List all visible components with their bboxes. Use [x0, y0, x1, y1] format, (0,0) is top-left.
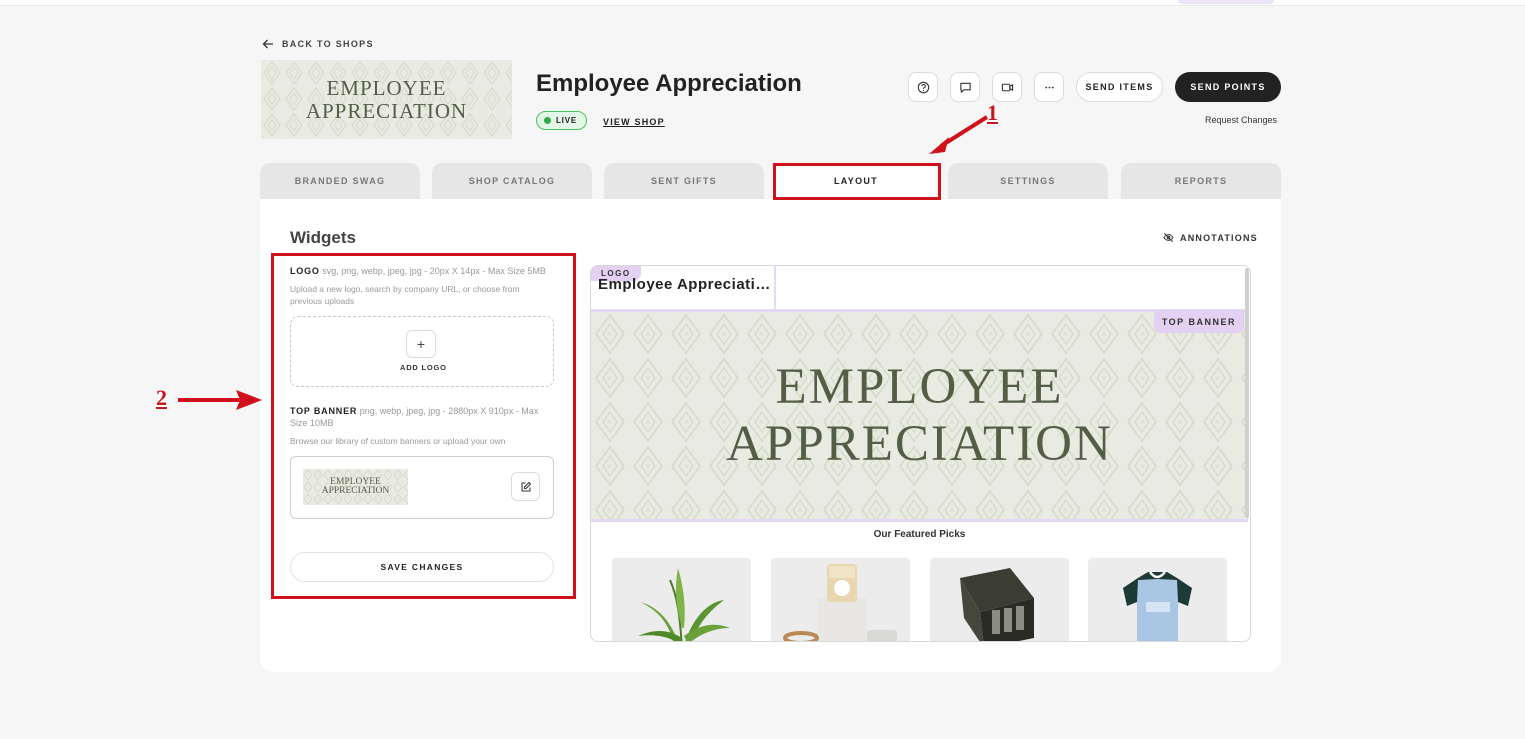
- back-to-shops-link[interactable]: BACK TO SHOPS: [262, 38, 374, 50]
- top-banner-thumbnail[interactable]: EMPLOYEE APPRECIATION: [303, 469, 408, 505]
- tab-layout[interactable]: LAYOUT: [776, 163, 936, 199]
- request-changes-link[interactable]: Request Changes: [1205, 115, 1277, 125]
- tab-settings[interactable]: SETTINGS: [948, 163, 1108, 199]
- jersey-image: [1123, 571, 1192, 641]
- live-dot: [544, 117, 551, 124]
- shop-banner-thumbnail: EMPLOYEE APPRECIATION: [261, 60, 512, 139]
- status-badge: LIVE: [536, 111, 587, 130]
- annotations-toggle[interactable]: ANNOTATIONS: [1163, 232, 1258, 243]
- back-label: BACK TO SHOPS: [282, 39, 374, 49]
- more-button[interactable]: [1034, 72, 1064, 102]
- plant-image: [638, 568, 730, 641]
- annotations-label: ANNOTATIONS: [1180, 232, 1258, 243]
- top-bar-tab: [1178, 0, 1274, 4]
- save-changes-button[interactable]: SAVE CHANGES: [290, 552, 554, 582]
- tab-reports[interactable]: REPORTS: [1121, 163, 1281, 199]
- top-bar: [0, 0, 1525, 6]
- chat-button[interactable]: [950, 72, 980, 102]
- tab-shop-catalog[interactable]: SHOP CATALOG: [432, 163, 592, 199]
- callout-1: 1: [987, 100, 998, 125]
- add-logo-button[interactable]: +: [406, 330, 436, 358]
- logo-zone-divider: [774, 266, 776, 309]
- logo-hint: Upload a new logo, search by company URL…: [290, 284, 520, 306]
- thumbnail-title: EMPLOYEE APPRECIATION: [305, 76, 468, 123]
- video-icon: [1001, 83, 1013, 91]
- plus-icon: +: [416, 336, 426, 352]
- top-banner-field-label: TOP BANNER png, webp, jpeg, jpg - 2880px…: [290, 406, 539, 428]
- tab-branded-swag[interactable]: BRANDED SWAG: [260, 163, 420, 199]
- arrow-left-icon: [262, 39, 273, 49]
- edit-banner-button[interactable]: [511, 472, 540, 501]
- preview-banner-title: EMPLOYEE APPRECIATION: [726, 359, 1113, 472]
- logo-field-label: LOGO svg, png, webp, jpeg, jpg - 20px X …: [290, 266, 546, 276]
- gift-box-image: [960, 568, 1034, 641]
- product-card[interactable]: [612, 558, 751, 641]
- annotation-arrow-2: [178, 390, 262, 410]
- tab-sent-gifts[interactable]: SENT GIFTS: [604, 163, 764, 199]
- view-shop-link[interactable]: VIEW SHOP: [603, 117, 665, 127]
- product-card[interactable]: [1088, 558, 1227, 641]
- help-icon: [917, 81, 929, 93]
- layout-preview: LOGO Employee Appreciation EMPLOYEE APPRE…: [590, 265, 1251, 642]
- preview-logo-text[interactable]: Employee Appreciation: [598, 276, 774, 293]
- featured-picks-title: Our Featured Picks: [873, 529, 966, 540]
- product-card[interactable]: [930, 558, 1069, 641]
- top-banner-annotation-tag: TOP BANNER: [1153, 310, 1244, 333]
- preview-scrollbar[interactable]: [1245, 268, 1249, 518]
- top-banner-hint: Browse our library of custom banners or …: [290, 436, 506, 446]
- edit-icon: [521, 481, 531, 491]
- preview-top-banner[interactable]: EMPLOYEE APPRECIATION: [591, 309, 1248, 522]
- help-button[interactable]: [908, 72, 938, 102]
- product-card[interactable]: [771, 558, 910, 641]
- status-label: LIVE: [556, 116, 577, 125]
- widgets-title: Widgets: [290, 228, 356, 247]
- callout-2: 2: [156, 385, 167, 410]
- send-points-button[interactable]: SEND POINTS: [1175, 72, 1281, 102]
- candle-image: [783, 564, 897, 641]
- mini-banner-title: EMPLOYEE APPRECIATION: [321, 476, 390, 496]
- more-icon: [1044, 86, 1054, 88]
- chat-icon: [959, 82, 971, 93]
- send-items-button[interactable]: SEND ITEMS: [1076, 72, 1163, 102]
- annotation-arrow-1: [929, 115, 989, 154]
- video-button[interactable]: [992, 72, 1022, 102]
- shop-title: Employee Appreciation: [536, 70, 802, 97]
- add-logo-label: ADD LOGO: [400, 363, 447, 372]
- eye-off-icon: [1163, 233, 1174, 242]
